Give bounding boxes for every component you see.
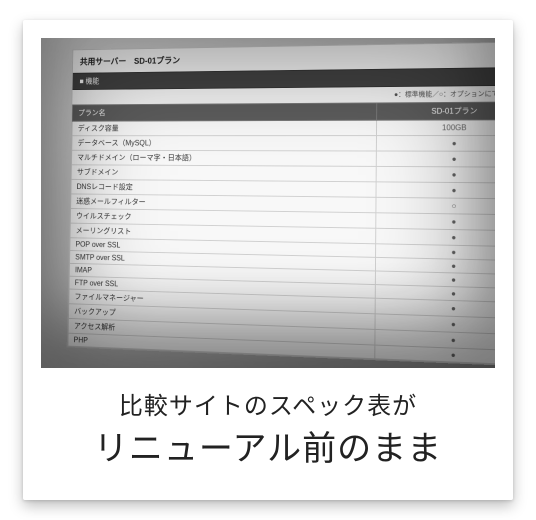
row-value: ● [376,151,495,167]
polaroid-card: 共用サーバー SD-01プラン ■ 機能 ●：標準機能／○：オプションにて利用可… [23,20,513,500]
row-value: 100GB [376,120,495,136]
caption: 比較サイトのスペック表が リニューアル前のまま [41,386,495,470]
spec-table: プラン名 SD-01プラン ディスク容量100GBデータベース（MySQL）●マ… [68,101,495,365]
spec-sheet: 共用サーバー SD-01プラン ■ 機能 ●：標準機能／○：オプションにて利用可… [67,41,495,367]
row-value: ● [376,166,495,183]
row-value: ● [375,345,495,365]
screenshot-content: 共用サーバー SD-01プラン ■ 機能 ●：標準機能／○：オプションにて利用可… [67,41,495,367]
caption-line-1: 比較サイトのスペック表が [41,386,495,421]
col-header-name: プラン名 [72,103,376,121]
screenshot-frame: 共用サーバー SD-01プラン ■ 機能 ●：標準機能／○：オプションにて利用可… [41,38,495,368]
col-header-value: SD-01プラン [377,102,495,120]
row-value: ● [376,136,495,152]
table-row: ディスク容量100GB [72,120,495,136]
table-row: データベース（MySQL）● [72,136,495,152]
row-label: マルチドメイン（ローマ字・日本語） [72,150,377,166]
row-label: ディスク容量 [72,120,377,136]
row-value: ● [376,182,495,199]
caption-line-2: リニューアル前のまま [41,421,495,470]
row-label: データベース（MySQL） [72,136,377,151]
